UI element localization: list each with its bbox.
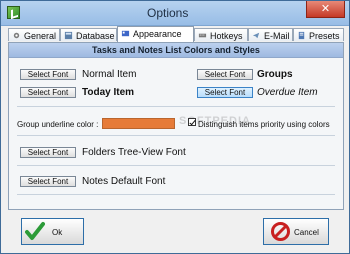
separator <box>17 165 335 166</box>
tab-presets[interactable]: Presets <box>293 28 344 41</box>
select-font-normal-button[interactable]: Select Font <box>20 69 76 80</box>
appearance-icon <box>121 30 130 37</box>
tab-hotkeys-label: Hotkeys <box>210 31 243 41</box>
window-title: Options <box>147 6 189 20</box>
gear-icon <box>13 32 20 39</box>
group-underline-color-swatch[interactable] <box>102 118 175 129</box>
distinguish-priority-label: Distinguish items priority using colors <box>198 120 330 129</box>
cancel-icon <box>271 222 290 241</box>
checkmark-icon <box>25 222 45 240</box>
tab-hotkeys[interactable]: Hotkeys <box>194 28 248 41</box>
distinguish-priority-checkbox[interactable] <box>188 118 196 126</box>
separator <box>17 135 335 136</box>
folders-font-label: Folders Tree-View Font <box>82 147 186 158</box>
overdue-item-label: Overdue Item <box>257 87 318 98</box>
database-icon <box>64 31 73 40</box>
tab-database[interactable]: Database <box>60 28 117 41</box>
ok-label: Ok <box>52 228 63 237</box>
section-title: Tasks and Notes List Colors and Styles <box>9 43 343 58</box>
normal-item-label: Normal Item <box>82 69 137 80</box>
tab-presets-label: Presets <box>309 31 340 41</box>
tab-email[interactable]: E-Mail <box>248 28 293 41</box>
tab-appearance[interactable]: Appearance <box>117 26 194 42</box>
select-font-overdue-button[interactable]: Select Font <box>197 87 253 98</box>
select-font-notes-button[interactable]: Select Font <box>20 176 76 187</box>
separator <box>17 106 335 107</box>
notes-font-label: Notes Default Font <box>82 176 166 187</box>
tab-appearance-label: Appearance <box>133 29 182 39</box>
appearance-panel: Tasks and Notes List Colors and Styles S… <box>8 42 344 210</box>
today-item-label: Today Item <box>82 87 135 98</box>
select-font-today-button[interactable]: Select Font <box>20 87 76 98</box>
cancel-button[interactable]: Cancel <box>263 218 329 245</box>
email-icon <box>252 32 260 39</box>
separator <box>17 194 335 195</box>
title-bar: Options ✕ <box>1 1 349 26</box>
close-button[interactable]: ✕ <box>306 1 345 18</box>
groups-label: Groups <box>257 69 293 80</box>
tab-general[interactable]: General <box>8 28 60 41</box>
group-underline-label: Group underline color : <box>17 120 99 129</box>
presets-icon <box>298 31 305 40</box>
tab-general-label: General <box>24 31 57 41</box>
ok-button[interactable]: Ok <box>21 218 84 245</box>
app-check-icon <box>7 6 20 19</box>
tab-database-label: Database <box>76 31 115 41</box>
select-font-folders-button[interactable]: Select Font <box>20 147 76 158</box>
select-font-groups-button[interactable]: Select Font <box>197 69 253 80</box>
keyboard-icon <box>198 33 207 38</box>
tab-email-label: E-Mail <box>264 31 290 41</box>
tab-bar: General Database Appearance Hotkeys E-Ma… <box>8 26 344 42</box>
cancel-label: Cancel <box>294 228 319 237</box>
options-window: Options ✕ General Database Appearance Ho… <box>0 0 350 254</box>
